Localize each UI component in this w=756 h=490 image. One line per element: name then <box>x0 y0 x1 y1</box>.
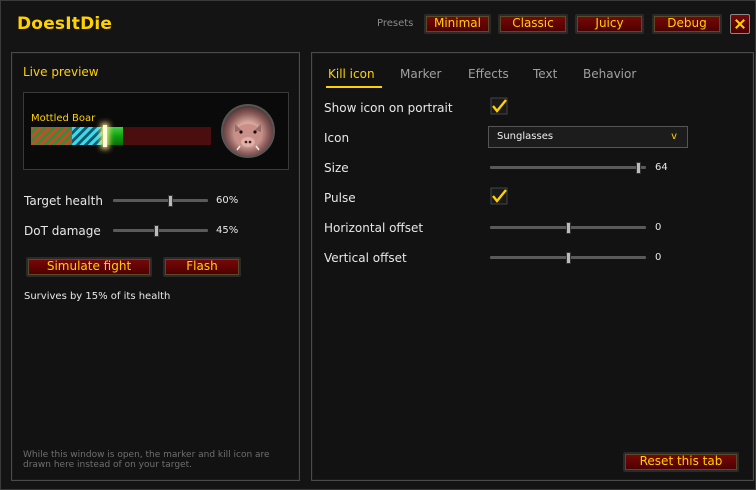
tab-behavior[interactable]: Behavior <box>583 67 636 81</box>
show-icon-checkbox[interactable] <box>490 97 508 115</box>
kill-zone-stripes <box>72 127 102 145</box>
health-bar <box>31 125 211 147</box>
preset-minimal-button[interactable]: Minimal <box>424 14 491 34</box>
preview-footnote: While this window is open, the marker an… <box>23 450 270 470</box>
simulate-fight-button[interactable]: Simulate fight <box>26 257 152 277</box>
unit-frame-preview: Mottled Boar <box>23 92 289 170</box>
pulse-label: Pulse <box>324 191 356 205</box>
dot-damage-value: 45% <box>216 225 239 236</box>
tab-kill-icon[interactable]: Kill icon <box>328 67 375 81</box>
flash-button[interactable]: Flash <box>163 257 241 277</box>
vertical-offset-value: 0 <box>655 252 662 263</box>
active-tab-indicator <box>326 86 382 88</box>
target-health-label: Target health <box>24 194 103 208</box>
dot-damage-overlay <box>31 127 72 145</box>
vertical-offset-label: Vertical offset <box>324 251 407 265</box>
icon-label: Icon <box>324 131 350 145</box>
slider-thumb[interactable] <box>636 162 641 174</box>
addon-window: DoesItDie Presets Minimal Classic Juicy … <box>0 0 756 490</box>
icon-dropdown[interactable]: Sunglasses v <box>488 126 688 148</box>
icon-dropdown-value: Sunglasses <box>497 131 554 142</box>
size-value: 64 <box>655 162 668 173</box>
dot-damage-slider[interactable] <box>113 225 208 237</box>
preview-panel: Live preview Mottled Boar Target health … <box>11 52 300 481</box>
execute-marker <box>103 125 107 147</box>
settings-panel: Kill icon Marker Effects Text Behavior S… <box>311 52 754 481</box>
chevron-down-icon: v <box>671 131 677 142</box>
preset-classic-button[interactable]: Classic <box>498 14 568 34</box>
slider-thumb[interactable] <box>566 252 571 264</box>
preset-debug-button[interactable]: Debug <box>652 14 722 34</box>
horizontal-offset-label: Horizontal offset <box>324 221 424 235</box>
presets-label: Presets <box>377 18 414 29</box>
horizontal-offset-slider[interactable] <box>490 222 646 234</box>
show-icon-label: Show icon on portrait <box>324 101 453 115</box>
dot-damage-label: DoT damage <box>24 224 101 238</box>
unit-name: Mottled Boar <box>31 113 96 124</box>
boar-portrait-icon <box>221 104 275 158</box>
horizontal-offset-value: 0 <box>655 222 662 233</box>
vertical-offset-slider[interactable] <box>490 252 646 264</box>
slider-thumb[interactable] <box>566 222 571 234</box>
window-title: DoesItDie <box>17 14 113 34</box>
simulation-result: Survives by 15% of its health <box>24 291 171 302</box>
size-slider[interactable] <box>490 162 646 174</box>
pulse-checkbox[interactable] <box>490 187 508 205</box>
tab-effects[interactable]: Effects <box>468 67 509 81</box>
preset-juicy-button[interactable]: Juicy <box>575 14 644 34</box>
live-preview-title: Live preview <box>23 65 99 79</box>
target-health-value: 60% <box>216 195 239 206</box>
slider-thumb[interactable] <box>154 225 159 237</box>
slider-thumb[interactable] <box>168 195 173 207</box>
tab-text[interactable]: Text <box>533 67 557 81</box>
close-icon[interactable] <box>730 14 750 34</box>
reset-tab-button[interactable]: Reset this tab <box>623 452 739 472</box>
tab-marker[interactable]: Marker <box>400 67 441 81</box>
size-label: Size <box>324 161 349 175</box>
target-health-slider[interactable] <box>113 195 208 207</box>
